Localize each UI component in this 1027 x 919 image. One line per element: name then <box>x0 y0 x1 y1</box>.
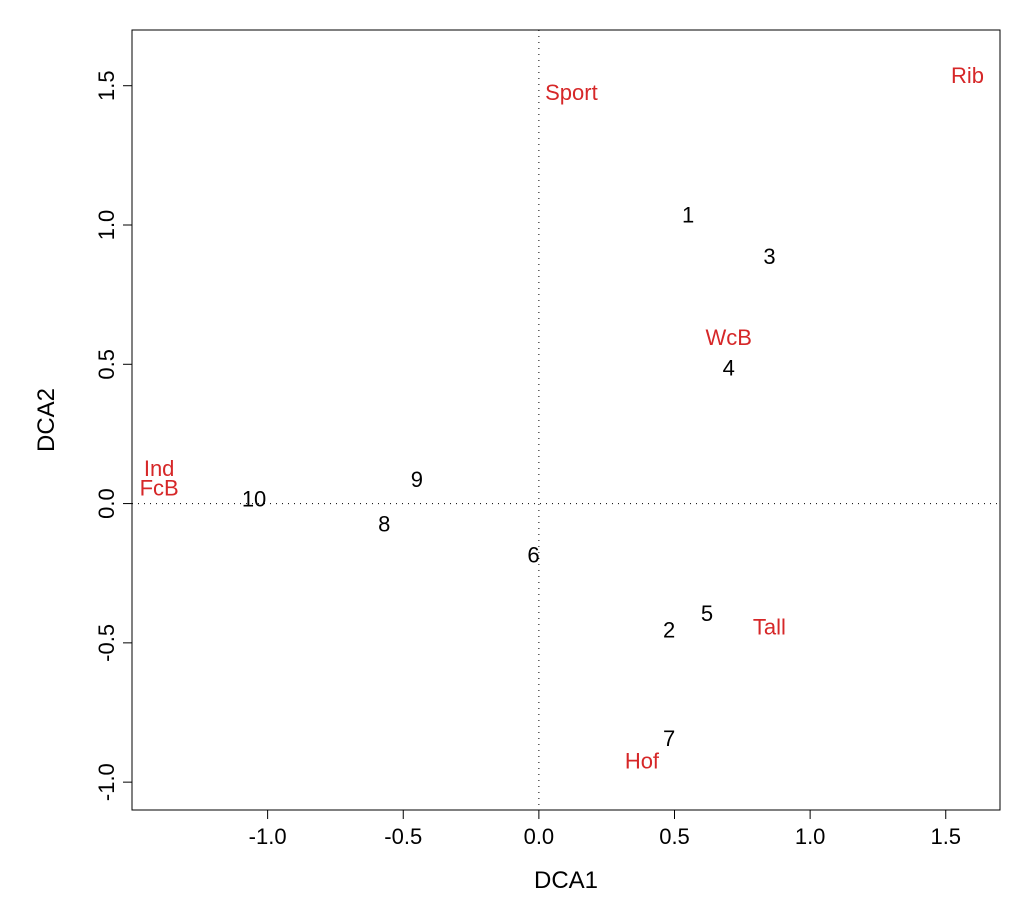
chart-svg: -1.0 -0.5 0.0 0.5 1.0 1.5 -1.0 -0.5 0.0 0.5 1.0 1.… <box>0 0 1027 919</box>
x-tick-label: -0.5 <box>384 824 422 849</box>
site-point-4: 4 <box>723 356 735 381</box>
site-point-6: 6 <box>527 542 539 567</box>
x-tick-label: -1.0 <box>249 824 287 849</box>
y-axis-label: DCA2 <box>33 388 60 452</box>
species-point-hof: Hof <box>625 748 660 773</box>
x-tick-label: 0.5 <box>659 824 690 849</box>
site-point-1: 1 <box>682 202 694 227</box>
y-tick-label: 1.0 <box>94 210 119 241</box>
y-tick-label: -1.0 <box>94 763 119 801</box>
site-point-7: 7 <box>663 726 675 751</box>
site-point-3: 3 <box>763 244 775 269</box>
dca-ordination-plot: -1.0 -0.5 0.0 0.5 1.0 1.5 -1.0 -0.5 0.0 0.5 1.0 1.… <box>0 0 1027 919</box>
x-tick-label: 1.5 <box>930 824 961 849</box>
y-axis-ticks: -1.0 -0.5 0.0 0.5 1.0 1.5 <box>94 70 132 801</box>
site-point-2: 2 <box>663 618 675 643</box>
species-point-sport: Sport <box>545 80 598 105</box>
site-point-10: 10 <box>242 487 266 512</box>
y-tick-label: 0.5 <box>94 349 119 380</box>
y-tick-label: 1.5 <box>94 70 119 101</box>
y-tick-label: -0.5 <box>94 624 119 662</box>
species-point-tall: Tall <box>753 615 786 640</box>
y-tick-label: 0.0 <box>94 488 119 519</box>
species-points: SportRibWcBTallHofIndFcB <box>140 63 984 773</box>
site-point-8: 8 <box>378 512 390 537</box>
species-point-rib: Rib <box>951 63 984 88</box>
x-axis-label: DCA1 <box>534 867 598 894</box>
plot-frame <box>132 30 1000 810</box>
x-tick-label: 0.0 <box>524 824 555 849</box>
site-point-5: 5 <box>701 601 713 626</box>
species-point-fcb: FcB <box>140 475 179 500</box>
x-tick-label: 1.0 <box>795 824 826 849</box>
site-points: 1 2 3 4 5 6 7 89 10 <box>242 202 776 751</box>
species-point-wcb: WcB <box>706 325 752 350</box>
site-point-9: 9 <box>411 467 423 492</box>
x-axis-ticks: -1.0 -0.5 0.0 0.5 1.0 1.5 <box>249 810 961 849</box>
